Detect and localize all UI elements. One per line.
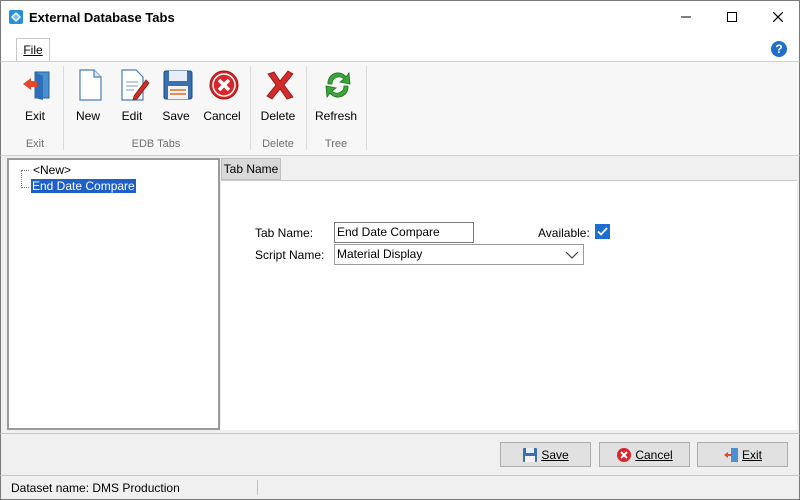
exit-door-icon xyxy=(23,71,50,100)
new-document-icon xyxy=(79,69,102,101)
bottom-button-bar: Save Cancel Exit xyxy=(0,433,800,475)
maximize-button[interactable] xyxy=(709,1,755,33)
exit-button[interactable]: Exit xyxy=(697,442,788,467)
minimize-button[interactable] xyxy=(663,1,709,33)
edit-document-icon xyxy=(121,69,150,101)
exit-button-label: Exit xyxy=(741,447,762,462)
green-refresh-icon xyxy=(325,71,351,99)
ribbon-new-button[interactable]: New xyxy=(66,64,110,128)
floppy-save-icon xyxy=(523,447,538,462)
tab-file[interactable]: File xyxy=(16,38,50,62)
help-icon[interactable]: ? xyxy=(771,41,787,57)
save-button[interactable]: Save xyxy=(500,442,591,467)
red-cancel-icon xyxy=(617,447,632,462)
ribbon-edit-label: Edit xyxy=(121,109,143,123)
red-cancel-icon xyxy=(209,70,239,100)
tab-tree[interactable]: <New> End Date Compare xyxy=(7,158,220,430)
group-separator xyxy=(63,66,64,150)
checkmark-icon xyxy=(597,227,608,236)
ribbon-save-button[interactable]: Save xyxy=(154,64,198,128)
cancel-button-label: Cancel xyxy=(635,447,673,462)
ribbon-save-label: Save xyxy=(162,109,190,123)
minimize-icon xyxy=(681,16,691,18)
script-name-select[interactable]: Material Display xyxy=(334,244,584,265)
ribbon-tab-strip: File ? xyxy=(0,32,800,62)
group-label-exit: Exit xyxy=(25,138,45,150)
ribbon-delete-button[interactable]: Delete xyxy=(256,64,300,128)
tree-item-new[interactable]: <New> xyxy=(33,163,71,177)
ribbon: Exit Exit New Edit Save Cancel EDB Tabs … xyxy=(0,61,800,156)
ribbon-delete-label: Delete xyxy=(260,109,296,123)
close-button[interactable] xyxy=(755,1,800,33)
floppy-save-icon xyxy=(163,70,193,100)
ribbon-refresh-label: Refresh xyxy=(314,109,358,123)
group-separator xyxy=(366,66,367,150)
tree-connector xyxy=(21,170,22,188)
ribbon-cancel-button[interactable]: Cancel xyxy=(200,64,244,128)
ribbon-cancel-label: Cancel xyxy=(203,109,241,123)
close-icon xyxy=(773,12,783,22)
chevron-down-icon xyxy=(565,251,579,259)
dataset-name-status: Dataset name: DMS Production xyxy=(11,481,180,495)
red-x-delete-icon xyxy=(266,70,294,100)
group-separator xyxy=(250,66,251,150)
ribbon-exit-button[interactable]: Exit xyxy=(13,64,57,128)
detail-panel: Tab Name Tab Name: End Date Compare Avai… xyxy=(221,158,797,430)
available-checkbox[interactable] xyxy=(595,224,610,239)
tab-name-input[interactable]: End Date Compare xyxy=(334,222,474,243)
group-separator xyxy=(306,66,307,150)
tab-name-label: Tab Name: xyxy=(255,226,314,240)
content-area: <New> End Date Compare Tab Name Tab Name… xyxy=(0,156,800,433)
title-bar: External Database Tabs xyxy=(0,0,800,32)
tree-connector xyxy=(21,170,29,171)
group-label-edb-tabs: EDB Tabs xyxy=(131,138,181,150)
cancel-button[interactable]: Cancel xyxy=(599,442,690,467)
ribbon-exit-label: Exit xyxy=(24,109,45,123)
save-button-label: Save xyxy=(541,447,569,462)
window-title: External Database Tabs xyxy=(29,10,175,25)
detail-form: Tab Name: End Date Compare Available: Sc… xyxy=(221,180,797,430)
tree-item-end-date-compare[interactable]: End Date Compare xyxy=(31,179,136,193)
group-label-delete: Delete xyxy=(262,138,294,150)
ribbon-refresh-button[interactable]: Refresh xyxy=(314,64,358,128)
tab-tab-name[interactable]: Tab Name xyxy=(221,158,281,180)
ribbon-new-label: New xyxy=(75,109,100,123)
group-label-tree: Tree xyxy=(324,138,348,150)
maximize-icon xyxy=(727,12,737,22)
diamond-app-icon xyxy=(9,10,23,24)
exit-door-icon xyxy=(723,447,738,462)
script-name-value: Material Display xyxy=(337,247,423,261)
status-bar: Dataset name: DMS Production xyxy=(0,475,800,500)
available-label: Available: xyxy=(538,226,590,240)
script-name-label: Script Name: xyxy=(255,248,325,262)
status-separator xyxy=(257,480,258,495)
ribbon-edit-button[interactable]: Edit xyxy=(110,64,154,128)
tree-connector xyxy=(21,187,29,188)
